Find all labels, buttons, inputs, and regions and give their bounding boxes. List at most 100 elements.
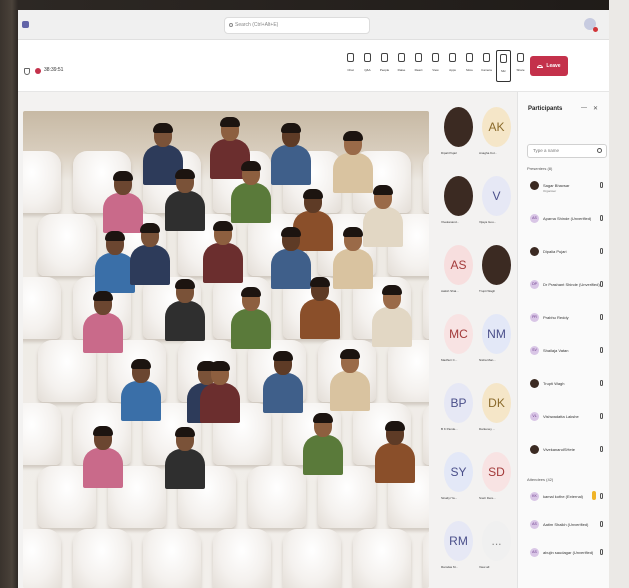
initials-avatar: AK bbox=[482, 107, 511, 147]
participant-name: Trupti Wagh bbox=[543, 381, 565, 386]
attendee-video bbox=[163, 279, 207, 341]
attendee-video bbox=[298, 277, 342, 339]
auditorium-seat bbox=[283, 529, 341, 588]
participant-tile[interactable]: BP B K Pande... bbox=[441, 378, 477, 436]
participant-name: VivekanandSHete bbox=[543, 447, 575, 452]
share-icon bbox=[517, 53, 524, 62]
attendee-video bbox=[119, 359, 163, 421]
participant-list-item[interactable]: KK kamal kothe (External) bbox=[518, 487, 609, 515]
participant-list-item[interactable]: Dipalia Pujari bbox=[518, 242, 609, 275]
participant-tile[interactable]: ... View all bbox=[479, 516, 515, 574]
tile-name: Nisha Man... bbox=[479, 358, 496, 362]
tool-share-button[interactable]: Share bbox=[513, 50, 528, 82]
initials-avatar: AS bbox=[444, 245, 473, 285]
participant-tile[interactable]: AK Anagha Kul... bbox=[479, 102, 515, 160]
participant-tile[interactable]: SD Sneh Dere... bbox=[479, 447, 515, 505]
tool-label: Mic bbox=[501, 69, 506, 73]
participant-list-item[interactable]: AS abujin saudagar (Unverified) bbox=[518, 543, 609, 571]
mic-icon bbox=[600, 446, 603, 452]
presenters-header[interactable]: Presenters (8) bbox=[527, 166, 552, 171]
mic-icon bbox=[600, 549, 603, 555]
mic-icon bbox=[600, 182, 603, 188]
tool-camera-button[interactable]: Camera bbox=[479, 50, 494, 82]
panel-title: Participants bbox=[528, 106, 563, 112]
participant-tile[interactable]: Trupti Wagh bbox=[479, 240, 515, 298]
tool-label: Apps bbox=[449, 68, 456, 72]
participant-list-item[interactable]: AS Aparna Shinde (Unverified) bbox=[518, 209, 609, 242]
auditorium-seat bbox=[73, 529, 131, 588]
avatar bbox=[482, 245, 511, 285]
tile-name: Aatish Shai... bbox=[441, 289, 459, 293]
tile-name: Sneh Dere... bbox=[479, 496, 496, 500]
tool-people-button[interactable]: People bbox=[377, 50, 392, 82]
tool-mic-button[interactable]: Mic bbox=[496, 50, 511, 82]
participant-tile[interactable]: MC Madhuri C... bbox=[441, 309, 477, 367]
leave-button[interactable]: Leave bbox=[530, 56, 568, 76]
participant-list-item[interactable]: Trupti Wagh bbox=[518, 374, 609, 407]
auditorium-seat bbox=[23, 277, 61, 339]
participant-name: Dipalia Pujari bbox=[543, 249, 567, 254]
attendee-video bbox=[163, 427, 207, 489]
attendee-video bbox=[101, 171, 145, 233]
mic-icon bbox=[600, 281, 603, 287]
participant-tile[interactable]: Vivekanand... bbox=[441, 171, 477, 229]
participant-tile[interactable]: AS Aatish Shai... bbox=[441, 240, 477, 298]
tool-raise-button[interactable]: Raise bbox=[394, 50, 409, 82]
participant-name: Aparna Shinde (Unverified) bbox=[543, 216, 592, 221]
participant-list-item[interactable]: Sagar Bhavsar Organiser bbox=[518, 176, 609, 209]
auditorium-seat bbox=[353, 529, 411, 588]
tool-view-button[interactable]: View bbox=[428, 50, 443, 82]
tool-more-button[interactable]: More bbox=[462, 50, 477, 82]
tile-name: Anagha Kul... bbox=[479, 151, 498, 155]
tool-apps-button[interactable]: Apps bbox=[445, 50, 460, 82]
participant-list-item[interactable]: DP Dr Prashant Shinde (Unverified) bbox=[518, 275, 609, 308]
participant-list-item[interactable]: VL Vishwadatta Lakshe bbox=[518, 407, 609, 440]
close-icon[interactable]: ✕ bbox=[593, 105, 598, 112]
react-icon bbox=[415, 53, 422, 62]
attendee-video bbox=[81, 426, 125, 488]
participant-list-item[interactable]: AS Aatim Shaikh (Unverified) bbox=[518, 515, 609, 543]
tool-react-button[interactable]: React bbox=[411, 50, 426, 82]
avatar: AS bbox=[530, 548, 539, 557]
more-icon[interactable]: — bbox=[581, 105, 587, 111]
participant-name: abujin saudagar (Unverified) bbox=[543, 550, 594, 555]
initials-avatar: DK bbox=[482, 383, 511, 423]
avatar bbox=[530, 445, 539, 454]
tool-chat-button[interactable]: Chat bbox=[343, 50, 358, 82]
participant-tile[interactable]: Dipali Pujari bbox=[441, 102, 477, 160]
attendees-header[interactable]: Attendees (42) bbox=[527, 477, 553, 482]
presenters-list: Sagar Bhavsar Organiser AS Aparna Shinde (U… bbox=[518, 176, 609, 473]
camera-icon bbox=[483, 53, 490, 62]
participant-tile[interactable]: RM Ramdas M... bbox=[441, 516, 477, 574]
tool-label: View bbox=[432, 68, 439, 72]
mic-icon bbox=[600, 493, 603, 499]
initials-avatar: ... bbox=[482, 521, 511, 561]
initials-avatar: SY bbox=[444, 452, 473, 492]
avatar: AS bbox=[530, 520, 539, 529]
chat-icon bbox=[347, 53, 354, 62]
teams-window: Search (Ctrl+Alt+E) 38:39:51 Chat Q&A Peop… bbox=[18, 10, 609, 588]
participant-name: Sagar Bhavsar bbox=[543, 183, 570, 188]
tile-name: View all bbox=[479, 565, 490, 569]
attendee-video bbox=[201, 221, 245, 283]
participant-list-item[interactable]: VivekanandSHete bbox=[518, 440, 609, 473]
auditorium-seat bbox=[143, 529, 201, 588]
attendee-video bbox=[328, 349, 372, 411]
view-icon bbox=[432, 53, 439, 62]
participant-tile[interactable]: V Vijaya Gou... bbox=[479, 171, 515, 229]
tool-qa-button[interactable]: Q&A bbox=[360, 50, 375, 82]
auditorium-seat bbox=[23, 529, 61, 588]
tool-label: Raise bbox=[397, 68, 406, 72]
initials-avatar: RM bbox=[444, 521, 473, 561]
participant-search-input[interactable]: Type a name bbox=[527, 144, 607, 158]
participant-list-item[interactable]: PR Prabhu Reddy bbox=[518, 308, 609, 341]
attendee-video bbox=[331, 131, 375, 193]
participant-tile[interactable]: NM Nisha Man... bbox=[479, 309, 515, 367]
participant-tile[interactable]: DK Darkeney ... bbox=[479, 378, 515, 436]
participant-list-item[interactable]: SV Shailaja Vatan bbox=[518, 341, 609, 374]
participant-tile[interactable]: SY Sinaliyi Ya... bbox=[441, 447, 477, 505]
search-input[interactable]: Search (Ctrl+Alt+E) bbox=[224, 17, 370, 34]
tile-name: B K Pande... bbox=[441, 427, 458, 431]
attendees-list: KK kamal kothe (External) AS Aatim Shaikh (… bbox=[518, 487, 609, 571]
avatar: DP bbox=[530, 280, 539, 289]
